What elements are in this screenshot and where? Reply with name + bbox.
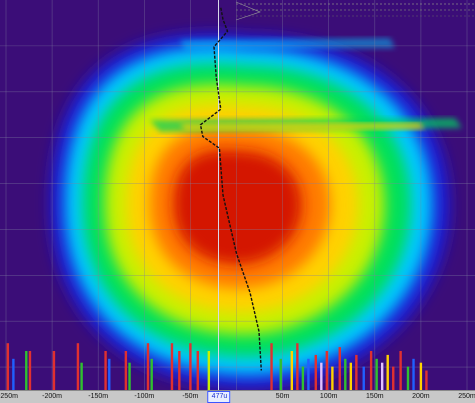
spike-bar xyxy=(178,351,181,390)
spike-bar xyxy=(28,351,32,390)
x-tick-label: -100m xyxy=(134,393,155,400)
heatmap-plot[interactable] xyxy=(0,0,475,390)
cursor-readout[interactable]: 477u xyxy=(206,391,231,403)
spike-bar xyxy=(392,366,395,390)
x-tick-label: -150m xyxy=(88,393,109,400)
spike-bar xyxy=(380,362,384,390)
spike-bar xyxy=(307,358,310,390)
x-tick-label: 150m xyxy=(366,393,384,400)
spike-bar xyxy=(399,351,402,390)
spike-bar xyxy=(375,358,378,390)
spike-bar xyxy=(419,362,423,390)
heat-streak xyxy=(180,38,395,50)
spike-bar xyxy=(325,351,329,390)
x-tick-label: -200m xyxy=(42,393,63,400)
spike-bar xyxy=(331,366,334,390)
chart-window: -250m-200m-150m-100m-50m050m100m150m200m… xyxy=(0,0,475,403)
spike-bar xyxy=(406,366,410,390)
spike-bar xyxy=(128,362,131,390)
spike-bar xyxy=(338,347,341,390)
spike-bar xyxy=(207,351,211,390)
spike-bar xyxy=(320,362,323,390)
x-tick-label: 100m xyxy=(319,393,338,400)
spike-bar xyxy=(25,351,28,390)
spike-bar xyxy=(349,362,353,390)
spike-bar xyxy=(146,343,150,390)
spike-bar xyxy=(290,351,294,390)
spike-bar xyxy=(76,343,80,390)
spike-bar xyxy=(52,351,56,390)
x-tick-label: -50m xyxy=(182,393,199,400)
spike-bar xyxy=(270,343,273,390)
x-tick-label: 50m xyxy=(275,393,290,400)
x-tick-label: 200m xyxy=(412,393,430,400)
spike-bar xyxy=(104,351,107,390)
spike-bar xyxy=(170,343,174,390)
x-axis-bar xyxy=(0,390,475,403)
spike-bar xyxy=(6,343,10,390)
spike-bar xyxy=(12,358,15,390)
spike-bar xyxy=(314,354,317,390)
x-tick-label: 250m xyxy=(458,393,475,400)
spike-bar xyxy=(196,351,199,390)
spike-bar xyxy=(362,366,365,390)
spike-bar xyxy=(412,358,415,390)
spike-bar xyxy=(386,354,389,390)
spike-bar xyxy=(355,354,358,390)
spike-bar xyxy=(124,351,128,390)
spike-bar xyxy=(150,358,153,390)
spike-bar xyxy=(80,362,83,390)
spike-bar xyxy=(108,358,111,390)
spike-bar xyxy=(425,370,428,390)
spike-bar xyxy=(279,358,282,390)
spike-bar xyxy=(296,343,299,390)
spike-bar xyxy=(344,358,347,390)
spike-bar xyxy=(301,366,305,390)
heat-streak xyxy=(180,123,425,130)
spike-bar xyxy=(189,343,192,390)
x-tick-label: -250m xyxy=(0,393,18,400)
spike-bar xyxy=(369,351,373,390)
